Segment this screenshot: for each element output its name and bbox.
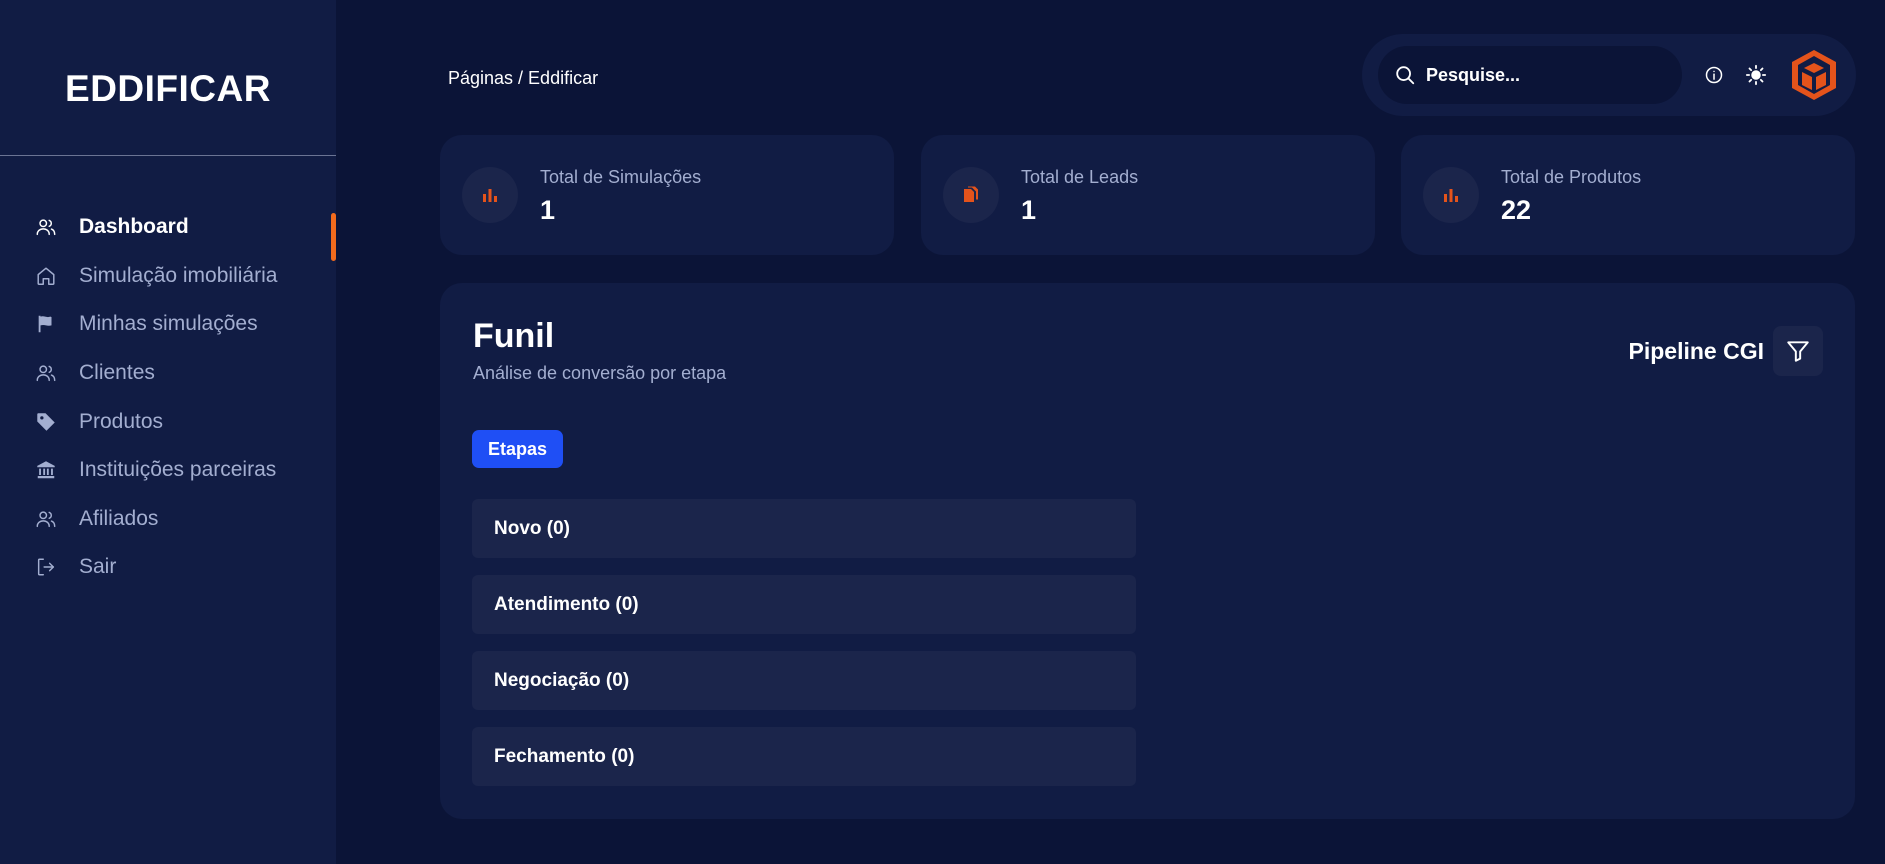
sidebar-divider: [0, 155, 336, 156]
sidebar-item-dashboard[interactable]: Dashboard: [0, 203, 336, 261]
stat-label: Total de Produtos: [1501, 167, 1642, 187]
home-icon: [34, 264, 58, 288]
users-icon: [34, 215, 58, 239]
stage-row-fechamento[interactable]: Fechamento (0): [472, 727, 1136, 786]
sidebar-nav: Dashboard Simulação imobiliária Minhas s…: [0, 203, 336, 592]
sidebar-item-instituicoes-parceiras[interactable]: Instituições parceiras: [0, 446, 336, 495]
brand-logo-text: EDDIFICAR: [65, 68, 271, 109]
stat-card-leads: Total de Leads 1: [921, 135, 1375, 255]
stat-value: 1: [540, 195, 556, 225]
stat-card-produtos: Total de Produtos 22: [1401, 135, 1855, 255]
sidebar-item-produtos[interactable]: Produtos: [0, 397, 336, 446]
sidebar-item-label: Sair: [79, 555, 117, 579]
header-toolbar: [1362, 34, 1856, 116]
documents-icon: [943, 167, 999, 223]
stage-row-atendimento[interactable]: Atendimento (0): [472, 575, 1136, 634]
stat-value: 1: [1021, 195, 1037, 225]
funnel-card: Funil Análise de conversão por etapa Pip…: [440, 283, 1855, 819]
stat-label: Total de Leads: [1021, 167, 1139, 187]
company-logo-icon[interactable]: [1788, 48, 1840, 102]
sidebar-item-simulacao-imobiliaria[interactable]: Simulação imobiliária: [0, 252, 336, 301]
sidebar-item-label: Instituições parceiras: [79, 458, 277, 482]
info-icon[interactable]: [1702, 63, 1726, 87]
pipeline-label: Pipeline CGI: [1628, 338, 1764, 364]
sidebar-item-label: Simulação imobiliária: [79, 263, 278, 287]
users-icon: [34, 361, 58, 385]
stat-value: 22: [1501, 195, 1532, 225]
funnel-stages: Novo (0) Atendimento (0) Negociação (0) …: [472, 499, 1136, 803]
bank-icon: [34, 458, 58, 482]
bar-chart-icon: [462, 167, 518, 223]
search-icon: [1396, 66, 1415, 85]
stage-row-negociacao[interactable]: Negociação (0): [472, 651, 1136, 710]
search-input[interactable]: [1426, 64, 1666, 86]
search-box[interactable]: [1378, 46, 1682, 104]
sidebar: EDDIFICAR Dashboard Simulação imobiliári…: [0, 0, 336, 864]
sidebar-item-clientes[interactable]: Clientes: [0, 349, 336, 398]
stat-card-simulacoes: Total de Simulações 1: [440, 135, 894, 255]
sidebar-item-afiliados[interactable]: Afiliados: [0, 495, 336, 544]
funnel-title: Funil: [473, 317, 555, 355]
logout-icon: [34, 555, 58, 579]
sun-icon[interactable]: [1744, 63, 1768, 87]
sidebar-item-label: Afiliados: [79, 506, 159, 530]
filter-button[interactable]: [1773, 326, 1823, 376]
breadcrumb: Páginas / Eddificar: [448, 68, 599, 88]
users-icon: [34, 507, 58, 531]
sidebar-item-label: Dashboard: [79, 215, 189, 239]
stage-row-novo[interactable]: Novo (0): [472, 499, 1136, 558]
tag-icon: [34, 410, 58, 434]
sidebar-item-minhas-simulacoes[interactable]: Minhas simulações: [0, 300, 336, 349]
sidebar-item-sair[interactable]: Sair: [0, 543, 336, 592]
bar-chart-icon: [1423, 167, 1479, 223]
flag-icon: [34, 312, 58, 336]
funnel-subtitle: Análise de conversão por etapa: [473, 363, 727, 383]
filter-icon: [1787, 341, 1809, 362]
sidebar-item-label: Clientes: [79, 361, 155, 385]
sidebar-item-label: Minhas simulações: [79, 312, 258, 336]
tab-etapas[interactable]: Etapas: [472, 430, 564, 468]
sidebar-item-label: Produtos: [79, 409, 164, 433]
stat-label: Total de Simulações: [540, 167, 702, 187]
